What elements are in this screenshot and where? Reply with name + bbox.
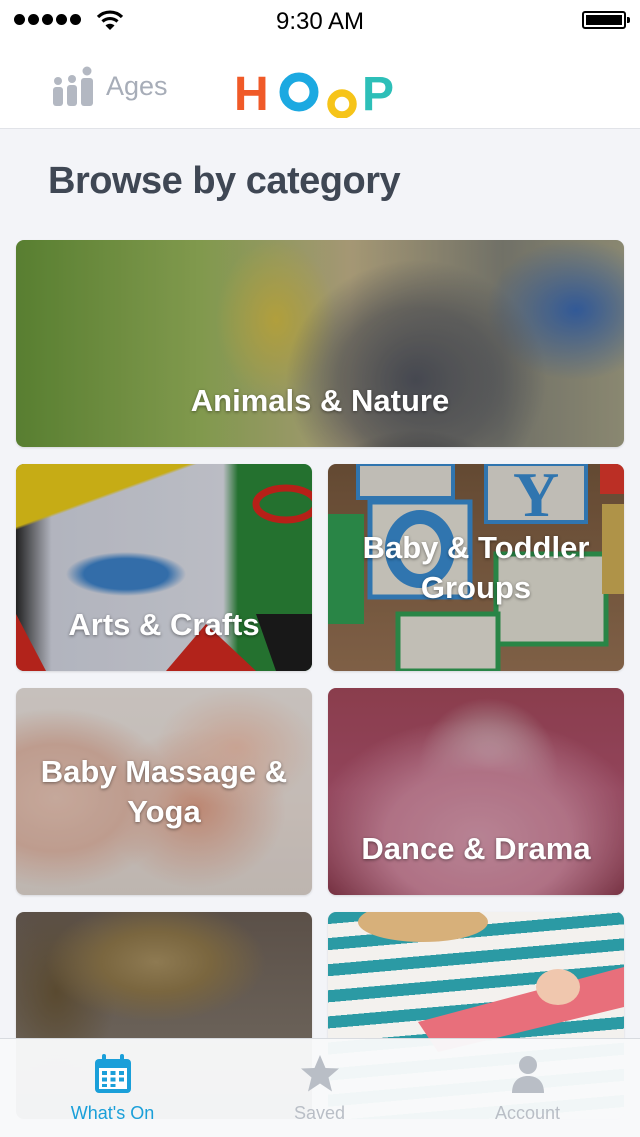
category-tile-baby-toddler-groups[interactable]: Y Baby & Toddler Groups [328, 464, 624, 671]
battery-icon [582, 11, 630, 29]
ages-filter-button[interactable]: Ages [50, 66, 168, 106]
calendar-icon [94, 1054, 131, 1093]
tab-label: Saved [293, 1103, 346, 1123]
person-icon [511, 1056, 544, 1093]
svg-text:P: P [362, 68, 394, 118]
category-label: Baby Massage & Yoga [40, 753, 288, 829]
tab-whats-on[interactable]: What's On [6, 1039, 219, 1137]
category-tile-dance-drama[interactable]: Dance & Drama [328, 688, 624, 895]
category-tile-animals-nature[interactable]: Animals & Nature [16, 240, 624, 447]
tab-bar: What's On Saved Account [0, 1038, 640, 1137]
tab-label: Account [494, 1103, 561, 1123]
tab-account[interactable]: Account [421, 1039, 634, 1137]
status-bar: 9:30 AM [0, 0, 640, 44]
app-header: Ages H P [0, 44, 640, 129]
category-label: Dance & Drama [361, 831, 591, 866]
tab-label: What's On [70, 1103, 155, 1123]
category-label: Baby & Toddler Groups [362, 529, 590, 605]
svg-text:H: H [234, 68, 269, 118]
category-tile-baby-massage-yoga[interactable]: Baby Massage & Yoga [16, 688, 312, 895]
category-label: Animals & Nature [190, 383, 450, 418]
page-title: Browse by category [48, 160, 401, 202]
category-tile-arts-crafts[interactable]: Arts & Crafts [16, 464, 312, 671]
star-icon [300, 1055, 339, 1092]
category-label: Arts & Crafts [68, 607, 260, 642]
tab-saved[interactable]: Saved [213, 1039, 426, 1137]
status-time: 9:30 AM [275, 8, 365, 35]
hoop-logo: H P [234, 62, 408, 118]
ages-label: Ages [106, 70, 168, 101]
family-icon [53, 66, 93, 106]
